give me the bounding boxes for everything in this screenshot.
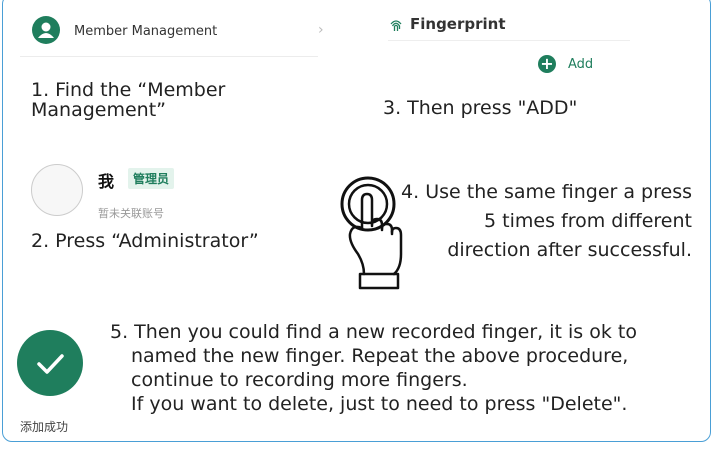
chevron-right-icon: › (318, 22, 324, 38)
step4-text: Use the same finger a press 5 times from… (419, 181, 692, 261)
add-button[interactable]: Add (568, 57, 593, 72)
step4-number: 4. (401, 181, 420, 203)
step5-line1: 5. Then you could find a new recorded fi… (110, 321, 637, 343)
step5-line4: If you want to delete, just to need to p… (131, 393, 628, 415)
fingerprint-title: Fingerprint (410, 15, 506, 33)
pointing-hand-icon (338, 170, 408, 295)
step5-instruction: 5. Then you could find a new recorded fi… (110, 320, 705, 416)
administrator-badge: 管理员 (128, 168, 175, 189)
step3-instruction: 3. Then press "ADD" (383, 97, 578, 119)
success-label: 添加成功 (20, 420, 69, 434)
user-icon (32, 16, 60, 44)
step5-line2: named the new finger. Repeat the above p… (131, 345, 629, 367)
step5-line3: continue to recording more fingers. (131, 369, 468, 391)
fingerprint-icon (388, 17, 404, 33)
account-status-text: 暂未关联账号 (98, 207, 164, 220)
checkmark-icon (17, 330, 83, 396)
administrator-name[interactable]: 我 (98, 168, 114, 192)
step4-instruction: 4. Use the same finger a press 5 times f… (400, 178, 692, 265)
plus-icon[interactable]: + (538, 55, 556, 73)
fingerprint-section: Fingerprint + Add (388, 0, 630, 88)
divider (388, 40, 630, 41)
step2-instruction: 2. Press “Administrator” (31, 230, 259, 252)
member-management-label: Member Management (74, 24, 218, 39)
avatar[interactable] (31, 164, 83, 216)
step1-instruction: 1. Find the “Member Management” (31, 79, 226, 121)
member-management-row[interactable]: Member Management › (20, 0, 324, 57)
